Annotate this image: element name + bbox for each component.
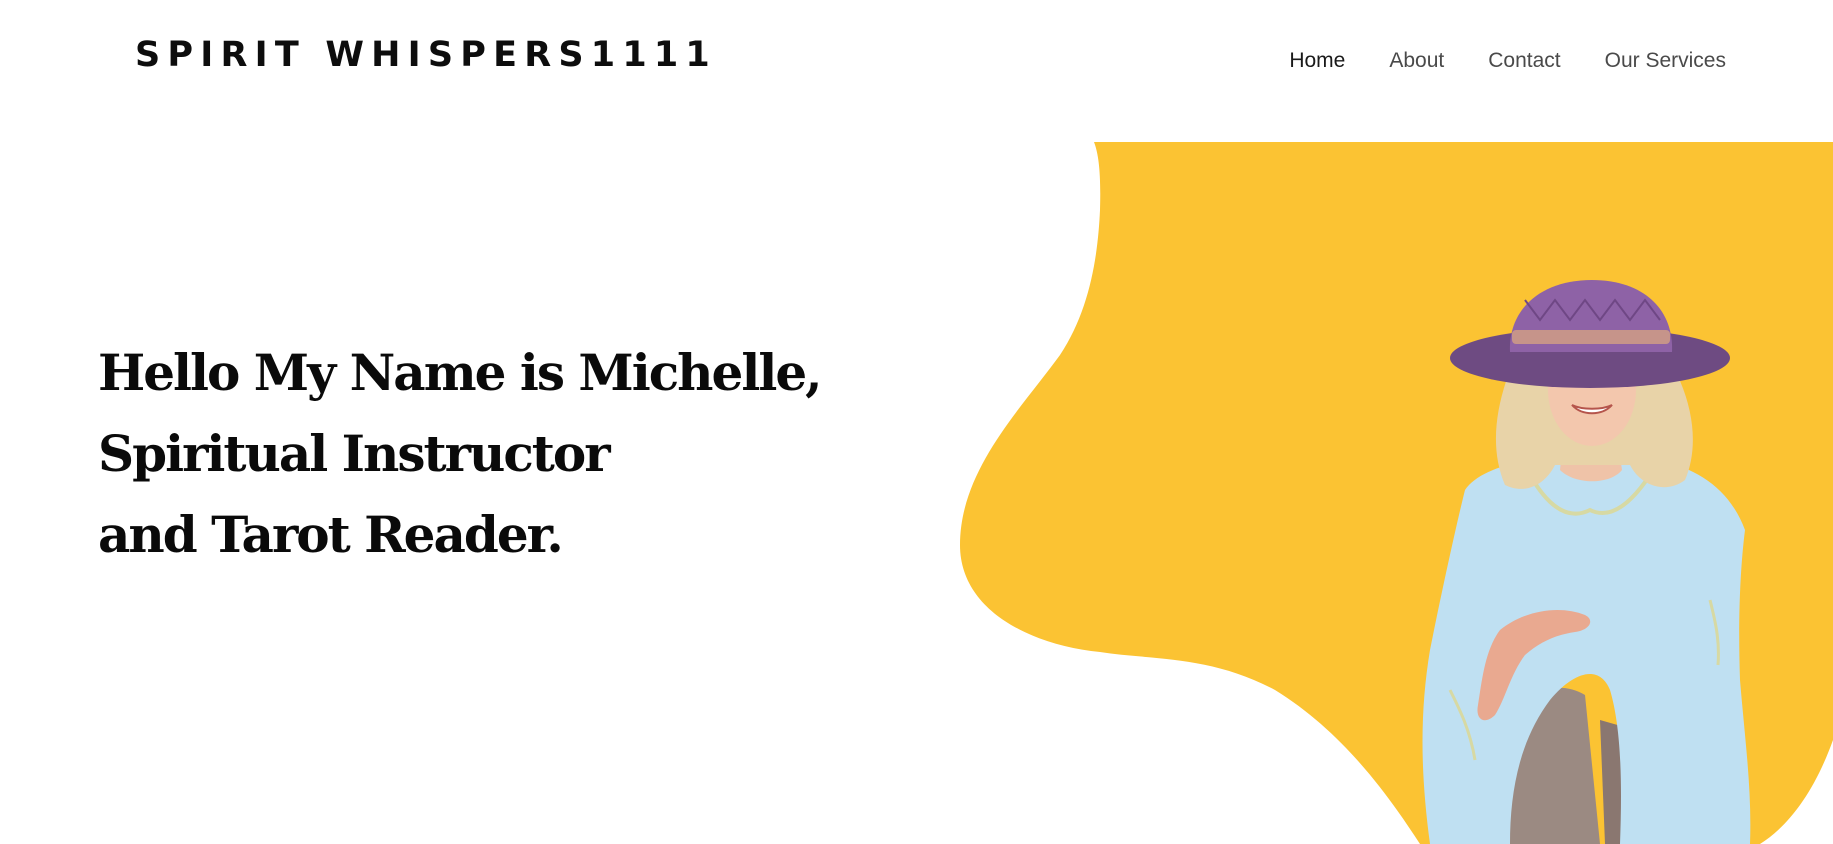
photo-hat-band <box>1512 330 1670 344</box>
hero-photo <box>1422 280 1751 844</box>
page: SPIRIT WHISPERS1111 Home About Contact O… <box>0 0 1833 844</box>
